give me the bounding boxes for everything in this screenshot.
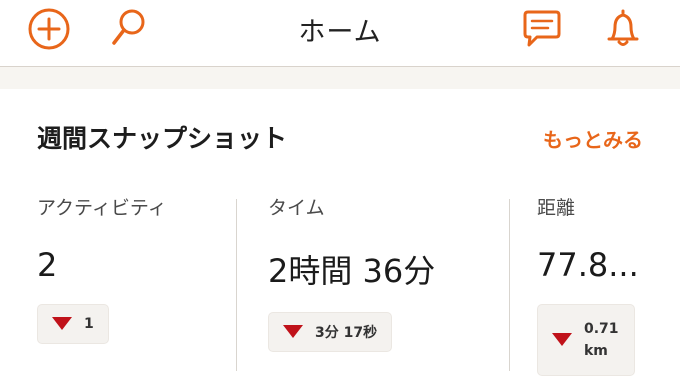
stat-label: タイム [268, 197, 325, 219]
change-number: 0.71 [584, 321, 619, 337]
chat-icon [523, 10, 561, 47]
page-title: ホーム [298, 17, 382, 48]
section-title: 週間スナップショット [37, 124, 288, 153]
down-triangle-icon [552, 333, 572, 346]
stat-divider [509, 199, 510, 371]
stat-value: 2 [37, 246, 58, 284]
messages-button[interactable] [519, 6, 565, 52]
down-triangle-icon [283, 325, 303, 338]
change-badge: 3分 17秒 [268, 312, 393, 352]
notifications-button[interactable] [600, 6, 646, 52]
stat-time[interactable]: タイム 2時間 36分 3分 17秒 [268, 193, 508, 352]
down-triangle-icon [52, 317, 72, 330]
see-more-link[interactable]: もっとみる [543, 124, 643, 153]
stat-label: アクティビティ [37, 197, 167, 219]
stat-label: 距離 [537, 197, 576, 219]
change-value: 1 [84, 316, 94, 332]
change-badge: 0.71 km [537, 304, 635, 376]
stat-activities[interactable]: アクティビティ 2 1 [37, 193, 227, 344]
change-value: 3分 17秒 [315, 325, 378, 341]
bell-icon [607, 9, 639, 46]
change-unit: km [584, 343, 608, 359]
weekly-snapshot-card: 週間スナップショット もっとみる アクティビティ 2 1 タイム 2時間 36分… [0, 89, 680, 389]
stat-value: 77.8... [537, 246, 639, 284]
stat-divider [236, 199, 237, 371]
stat-value: 2時間 36分 [268, 252, 436, 290]
top-bar: ホーム [0, 0, 680, 66]
section-gap [0, 67, 680, 89]
change-value: 0.71 km [584, 318, 620, 362]
stat-distance[interactable]: 距離 77.8... 0.71 km [537, 193, 677, 376]
change-badge: 1 [37, 304, 109, 344]
